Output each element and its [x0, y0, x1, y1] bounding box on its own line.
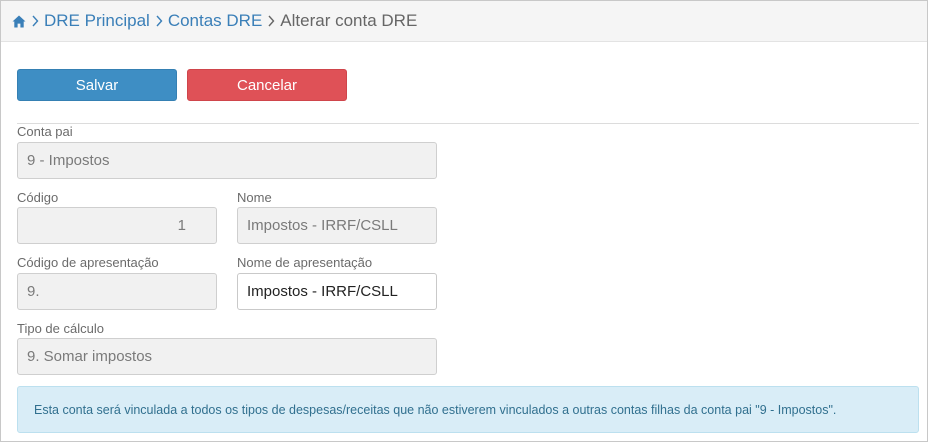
page-frame: DRE Principal Contas DRE Alterar conta D… [0, 0, 928, 442]
chevron-right-icon [155, 15, 163, 27]
codigo-field: 1 [17, 207, 217, 244]
nome-apresentacao-input[interactable]: Impostos - IRRF/CSLL [237, 273, 437, 310]
codigo-label: Código [17, 190, 59, 205]
breadcrumb-link-contas-dre[interactable]: Contas DRE [168, 11, 262, 31]
nome-label: Nome [237, 190, 272, 205]
home-icon[interactable] [12, 14, 26, 28]
nome-field: Impostos - IRRF/CSLL [237, 207, 437, 244]
save-button[interactable]: Salvar [17, 69, 177, 101]
conta-pai-field: 9 - Impostos [17, 142, 437, 179]
info-message: Esta conta será vinculada a todos os tip… [34, 402, 837, 417]
breadcrumb: DRE Principal Contas DRE Alterar conta D… [1, 1, 927, 42]
tipo-calculo-label: Tipo de cálculo [17, 321, 104, 336]
breadcrumb-link-dre-principal[interactable]: DRE Principal [44, 11, 150, 31]
tipo-calculo-field: 9. Somar impostos [17, 338, 437, 375]
nome-apresentacao-label: Nome de apresentação [237, 255, 373, 270]
chevron-right-icon [267, 15, 275, 27]
breadcrumb-current: Alterar conta DRE [280, 11, 418, 30]
divider [17, 123, 919, 124]
info-alert: Esta conta será vinculada a todos os tip… [17, 386, 919, 433]
codigo-apresentacao-label: Código de apresentação [17, 255, 159, 270]
chevron-right-icon [31, 15, 39, 27]
conta-pai-label: Conta pai [17, 124, 73, 139]
cancel-button[interactable]: Cancelar [187, 69, 347, 101]
codigo-apresentacao-field: 9. [17, 273, 217, 310]
